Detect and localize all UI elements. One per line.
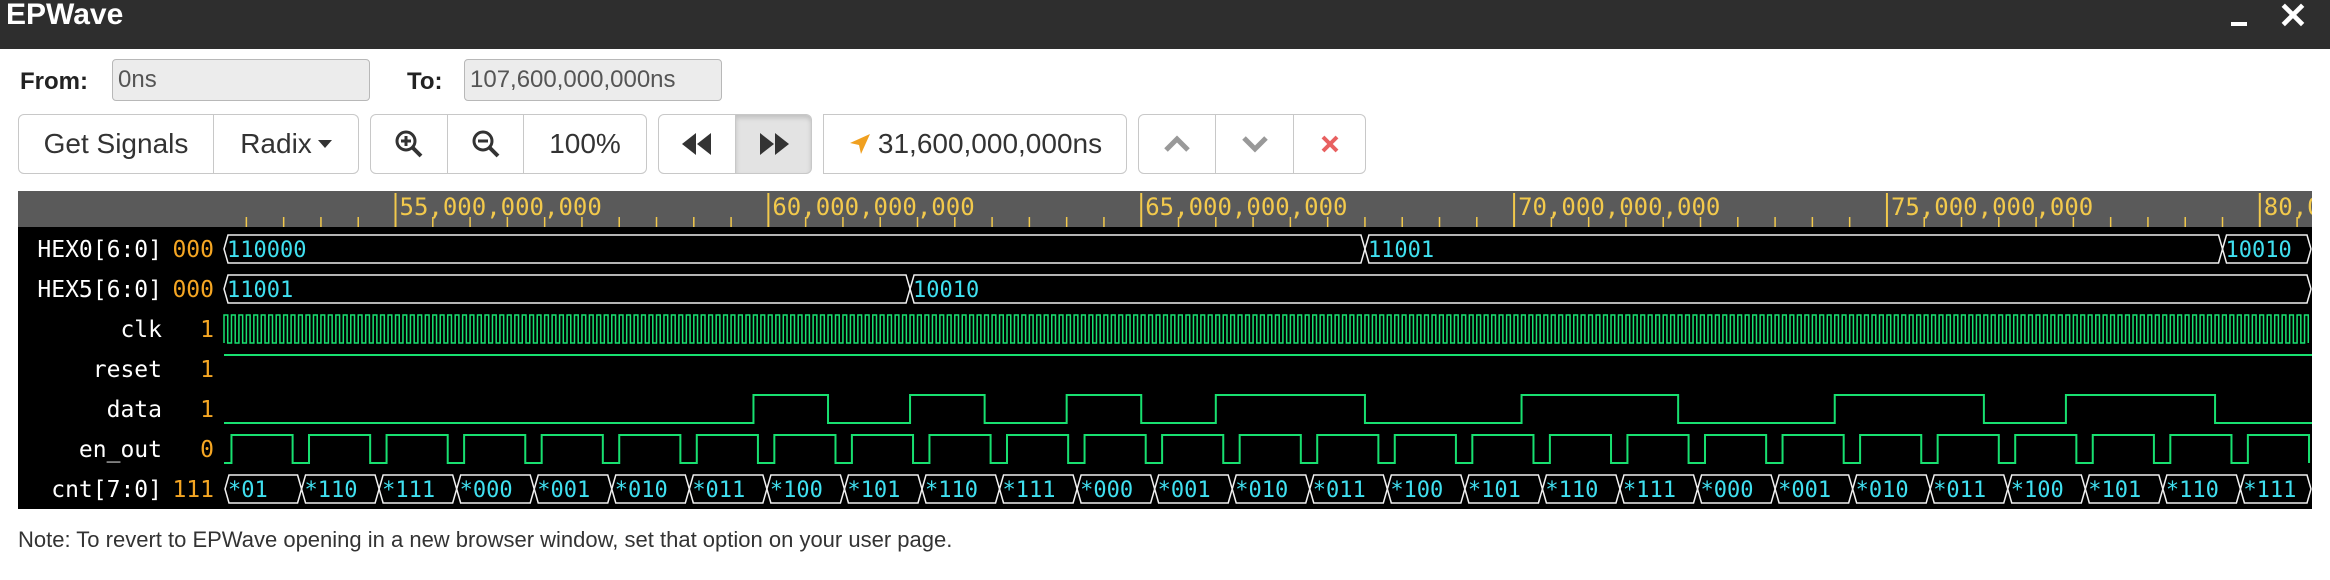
remove-signal-button[interactable] bbox=[1294, 114, 1366, 174]
signal-row-clk[interactable]: clk 1 bbox=[120, 314, 2310, 344]
radix-dropdown[interactable]: Radix bbox=[214, 114, 359, 174]
remove-icon bbox=[1321, 135, 1338, 153]
radix-label: Radix bbox=[240, 128, 312, 159]
signal-name[interactable]: reset bbox=[93, 357, 162, 383]
chevron-up-icon bbox=[1164, 135, 1190, 152]
bus-value-label: *011 bbox=[1313, 478, 1366, 503]
bus-value-label: *001 bbox=[537, 478, 590, 503]
ruler-label: 80,0 bbox=[2264, 193, 2312, 221]
to-input[interactable]: 107,600,000,000ns bbox=[464, 59, 722, 101]
waveform-viewer[interactable]: 55,000,000,000 60,000,000,000 65,000,000,0… bbox=[18, 191, 2312, 509]
signal-value: 000 bbox=[172, 237, 214, 263]
bus-segment[interactable] bbox=[223, 234, 1366, 264]
signal-value: 1 bbox=[200, 317, 214, 343]
signal-row-data[interactable]: data 1 bbox=[107, 394, 2312, 424]
bus-value-label: 10010 bbox=[913, 278, 979, 303]
ruler-label: 65,000,000,000 bbox=[1145, 193, 1347, 221]
bus-value-label: *111 bbox=[1003, 478, 1056, 503]
bus-value-label: *110 bbox=[925, 478, 978, 503]
next-edge-button[interactable] bbox=[1216, 114, 1294, 174]
from-label: From: bbox=[20, 68, 88, 95]
signal-row-hex560[interactable]: HEX5[6:0] 000 11001 10010 bbox=[37, 274, 2312, 304]
bus-value-label: *110 bbox=[305, 478, 358, 503]
ruler-label: 55,000,000,000 bbox=[400, 193, 602, 221]
bus-value-label: *011 bbox=[692, 478, 745, 503]
bus-value-label: 10010 bbox=[2226, 238, 2292, 263]
bus-value-label: *000 bbox=[460, 478, 513, 503]
bus-value-label: *101 bbox=[2088, 478, 2141, 503]
signal-row-en_out[interactable]: en_out 0 bbox=[79, 434, 2311, 464]
note-text: Note: To revert to EPWave opening in a n… bbox=[18, 527, 953, 552]
bus-value-label: 11001 bbox=[227, 278, 293, 303]
to-label: To: bbox=[407, 68, 443, 95]
signal-value: 0 bbox=[200, 437, 214, 463]
get-signals-button[interactable]: Get Signals bbox=[18, 114, 214, 174]
bus-value-label: *000 bbox=[1701, 478, 1754, 503]
signal-row-hex060[interactable]: HEX0[6:0] 000 110000 11001 10010 bbox=[37, 234, 2312, 264]
fast-forward-icon bbox=[759, 133, 789, 155]
signal-name[interactable]: data bbox=[107, 397, 162, 423]
bus-value-label: *110 bbox=[2166, 478, 2219, 503]
bus-value-label: *111 bbox=[2243, 478, 2296, 503]
minimize-button[interactable] bbox=[2222, 0, 2256, 34]
bus-value-label: *100 bbox=[1390, 478, 1443, 503]
zoom-level[interactable]: 100% bbox=[524, 114, 647, 174]
cursor-time: 31,600,000,000ns bbox=[877, 128, 1103, 159]
window-title: EPWave bbox=[6, 0, 124, 31]
bus-value-label: *011 bbox=[1933, 478, 1986, 503]
bus-value-label: *001 bbox=[1158, 478, 1211, 503]
close-button[interactable]: ✕ bbox=[2276, 0, 2310, 34]
previous-edge-button[interactable] bbox=[1138, 114, 1216, 174]
bus-value-label: *001 bbox=[1778, 478, 1831, 503]
caret-down-icon bbox=[317, 140, 332, 148]
bus-value-label: *111 bbox=[1623, 478, 1676, 503]
signal-name[interactable]: clk bbox=[120, 317, 162, 343]
signal-name[interactable]: cnt[7:0] bbox=[51, 477, 162, 503]
signal-value: 111 bbox=[172, 477, 214, 503]
waveform-canvas[interactable]: 55,000,000,000 60,000,000,000 65,000,000,0… bbox=[18, 191, 2312, 509]
bus-value-label: *110 bbox=[1545, 478, 1598, 503]
zoom-in-button[interactable] bbox=[370, 114, 448, 174]
bus-segment[interactable] bbox=[1364, 234, 2224, 264]
signal-name[interactable]: HEX5[6:0] bbox=[37, 277, 162, 303]
cursor-time-button[interactable]: 31,600,000,000ns bbox=[823, 114, 1127, 174]
bus-value-label: *100 bbox=[770, 478, 823, 503]
signal-value: 1 bbox=[200, 397, 214, 423]
bus-value-label: *010 bbox=[615, 478, 668, 503]
signal-row-cnt70[interactable]: cnt[7:0] 111 *01 *110 *111 *000 *001 *010 *011 *1… bbox=[51, 474, 2312, 504]
fast-forward-button[interactable] bbox=[736, 114, 812, 174]
signal-name[interactable]: en_out bbox=[79, 437, 162, 463]
pulse-wave bbox=[224, 434, 2311, 464]
signal-value: 1 bbox=[200, 357, 214, 383]
rewind-button[interactable] bbox=[658, 114, 736, 174]
zoom-out-icon bbox=[472, 130, 499, 158]
bus-value-label: *101 bbox=[847, 478, 900, 503]
bus-value-label: *010 bbox=[1856, 478, 1909, 503]
location-arrow-icon bbox=[849, 134, 870, 154]
bus-value-label: 11001 bbox=[1368, 238, 1434, 263]
title-bar: EPWave ✕ bbox=[0, 0, 2330, 49]
signal-row-reset[interactable]: reset 1 bbox=[93, 354, 2312, 383]
ruler-label: 60,000,000,000 bbox=[772, 193, 974, 221]
bit-wave bbox=[224, 394, 2312, 424]
ruler-label: 70,000,000,000 bbox=[1518, 193, 1720, 221]
bus-value-label: *101 bbox=[1468, 478, 1521, 503]
bus-value-label: *111 bbox=[382, 478, 435, 503]
bus-value-label: *01 bbox=[228, 478, 268, 503]
bus-segment[interactable] bbox=[909, 274, 2312, 304]
bus-value-label: *100 bbox=[2011, 478, 2064, 503]
ruler-label: 75,000,000,000 bbox=[1891, 193, 2093, 221]
zoom-in-icon bbox=[395, 130, 423, 158]
from-input[interactable]: 0ns bbox=[112, 59, 370, 101]
bus-value-label: *010 bbox=[1235, 478, 1288, 503]
zoom-out-button[interactable] bbox=[448, 114, 524, 174]
signal-name[interactable]: HEX0[6:0] bbox=[37, 237, 162, 263]
clock-wave bbox=[223, 314, 2310, 344]
bus-value-label: 110000 bbox=[227, 238, 306, 263]
bus-segment[interactable] bbox=[223, 274, 911, 304]
chevron-down-icon bbox=[1241, 136, 1268, 153]
signal-value: 000 bbox=[172, 277, 214, 303]
bus-value-label: *000 bbox=[1080, 478, 1133, 503]
rewind-icon bbox=[682, 133, 711, 155]
